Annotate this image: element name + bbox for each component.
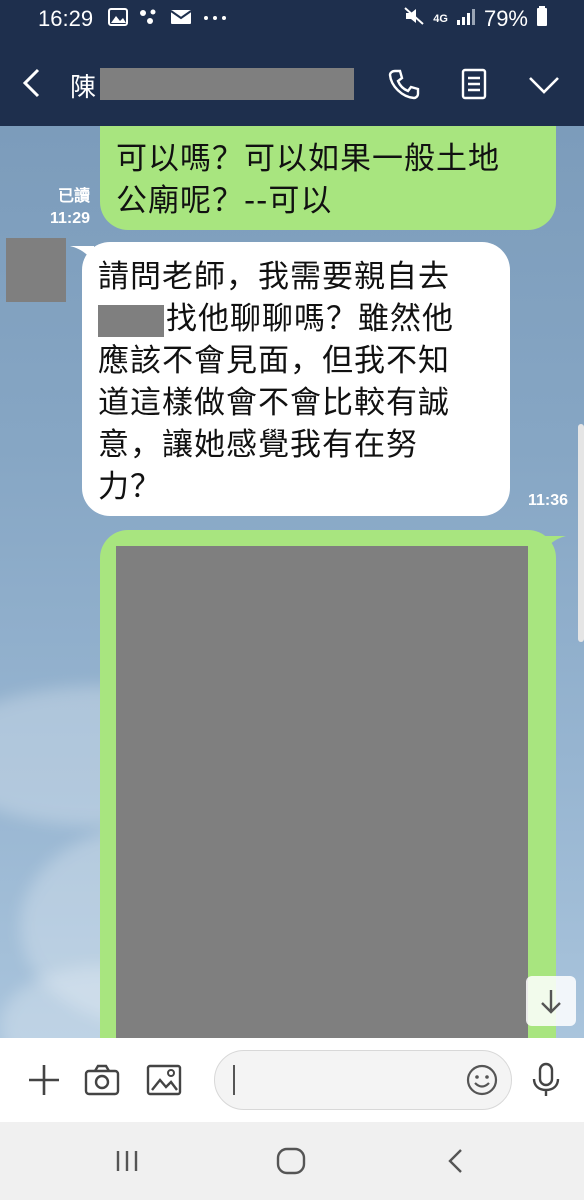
contact-name-redaction	[100, 68, 354, 100]
chat-header: 陳	[0, 40, 584, 126]
message-line: 找他聊聊嗎？雖然他	[166, 301, 454, 337]
plus-icon	[29, 1065, 59, 1095]
message-line-with-redaction: 找他聊聊嗎？雖然他	[98, 298, 498, 340]
message-line: 公廟呢？--可以	[116, 183, 333, 219]
chat-area[interactable]: 可以嗎？可以如果一般土地 公廟呢？--可以 已讀 11:29 請問老師，我需要親…	[0, 126, 584, 1038]
message-line: 可以嗎？可以如果一般土地	[116, 141, 500, 177]
bubble-tail-icon	[70, 246, 94, 262]
contact-name[interactable]: 陳	[70, 67, 96, 104]
status-time: 16:29	[38, 6, 94, 31]
network-type: 4G	[433, 12, 448, 25]
avatar[interactable]	[6, 238, 66, 302]
recent-apps-icon	[116, 1151, 138, 1171]
message-time: 11:29	[49, 210, 90, 227]
chevron-left-icon	[22, 68, 40, 98]
gallery-button[interactable]	[146, 1062, 182, 1098]
message-line: 道這樣做會不會比較有誠	[98, 385, 450, 421]
text-caret	[233, 1065, 235, 1095]
back-arrow-icon	[448, 1149, 462, 1173]
more-notifications-icon	[202, 8, 228, 30]
outgoing-image-bubble[interactable]	[100, 530, 566, 1038]
redacted-image[interactable]	[116, 546, 528, 1038]
message-line: 應該不會見面，但我不知	[98, 343, 450, 379]
image-icon	[146, 1064, 182, 1096]
scrollbar-thumb[interactable]	[578, 424, 584, 642]
message-input[interactable]	[239, 1061, 463, 1101]
signal-icon	[456, 6, 476, 32]
notification-icons	[108, 8, 228, 30]
add-button[interactable]	[26, 1062, 62, 1098]
message-line: 意，讓她感覺我有在努	[98, 427, 418, 463]
message-meta: 已讀 11:29	[40, 186, 90, 230]
voice-button[interactable]	[528, 1062, 564, 1098]
read-status: 已讀	[57, 188, 90, 205]
notes-button[interactable]	[456, 66, 492, 102]
status-bar: 16:29 4G 79%	[0, 0, 584, 40]
back-button[interactable]	[16, 66, 50, 100]
input-bar	[0, 1038, 584, 1122]
gallery-notification-icon	[108, 8, 128, 30]
camera-button[interactable]	[84, 1062, 120, 1098]
recent-apps-button[interactable]	[110, 1144, 144, 1178]
home-button[interactable]	[274, 1144, 308, 1178]
mute-icon	[403, 6, 425, 32]
camera-icon	[84, 1064, 120, 1096]
status-right: 4G 79%	[403, 6, 548, 32]
microphone-icon	[532, 1062, 560, 1096]
arrow-down-icon	[541, 990, 561, 1014]
smiley-icon	[466, 1064, 498, 1096]
battery-percent: 79%	[483, 6, 528, 31]
incoming-message-bubble[interactable]: 請問老師，我需要親自去 找他聊聊嗎？雖然他 應該不會見面，但我不知 道這樣做會不…	[70, 242, 510, 516]
system-back-button[interactable]	[440, 1144, 474, 1178]
battery-icon	[536, 6, 548, 32]
home-icon	[276, 1147, 306, 1175]
text-redaction	[98, 304, 164, 337]
document-icon	[461, 68, 487, 100]
message-input-box[interactable]	[214, 1050, 512, 1110]
chevron-down-icon	[529, 77, 559, 94]
call-button[interactable]	[386, 66, 422, 102]
message-line: 請問老師，我需要親自去	[98, 259, 450, 295]
bubble-tail-icon	[544, 536, 566, 552]
app-notification-icon	[138, 8, 160, 30]
mail-notification-icon	[170, 8, 192, 30]
message-time: 11:36	[527, 492, 568, 509]
message-line: 力？	[98, 469, 162, 505]
outgoing-message-bubble[interactable]: 可以嗎？可以如果一般土地 公廟呢？--可以	[100, 126, 556, 230]
emoji-button[interactable]	[465, 1063, 499, 1097]
phone-icon	[388, 69, 420, 100]
scroll-to-bottom-button[interactable]	[526, 976, 576, 1026]
system-navigation-bar	[0, 1122, 584, 1200]
menu-dropdown-button[interactable]	[526, 66, 562, 102]
